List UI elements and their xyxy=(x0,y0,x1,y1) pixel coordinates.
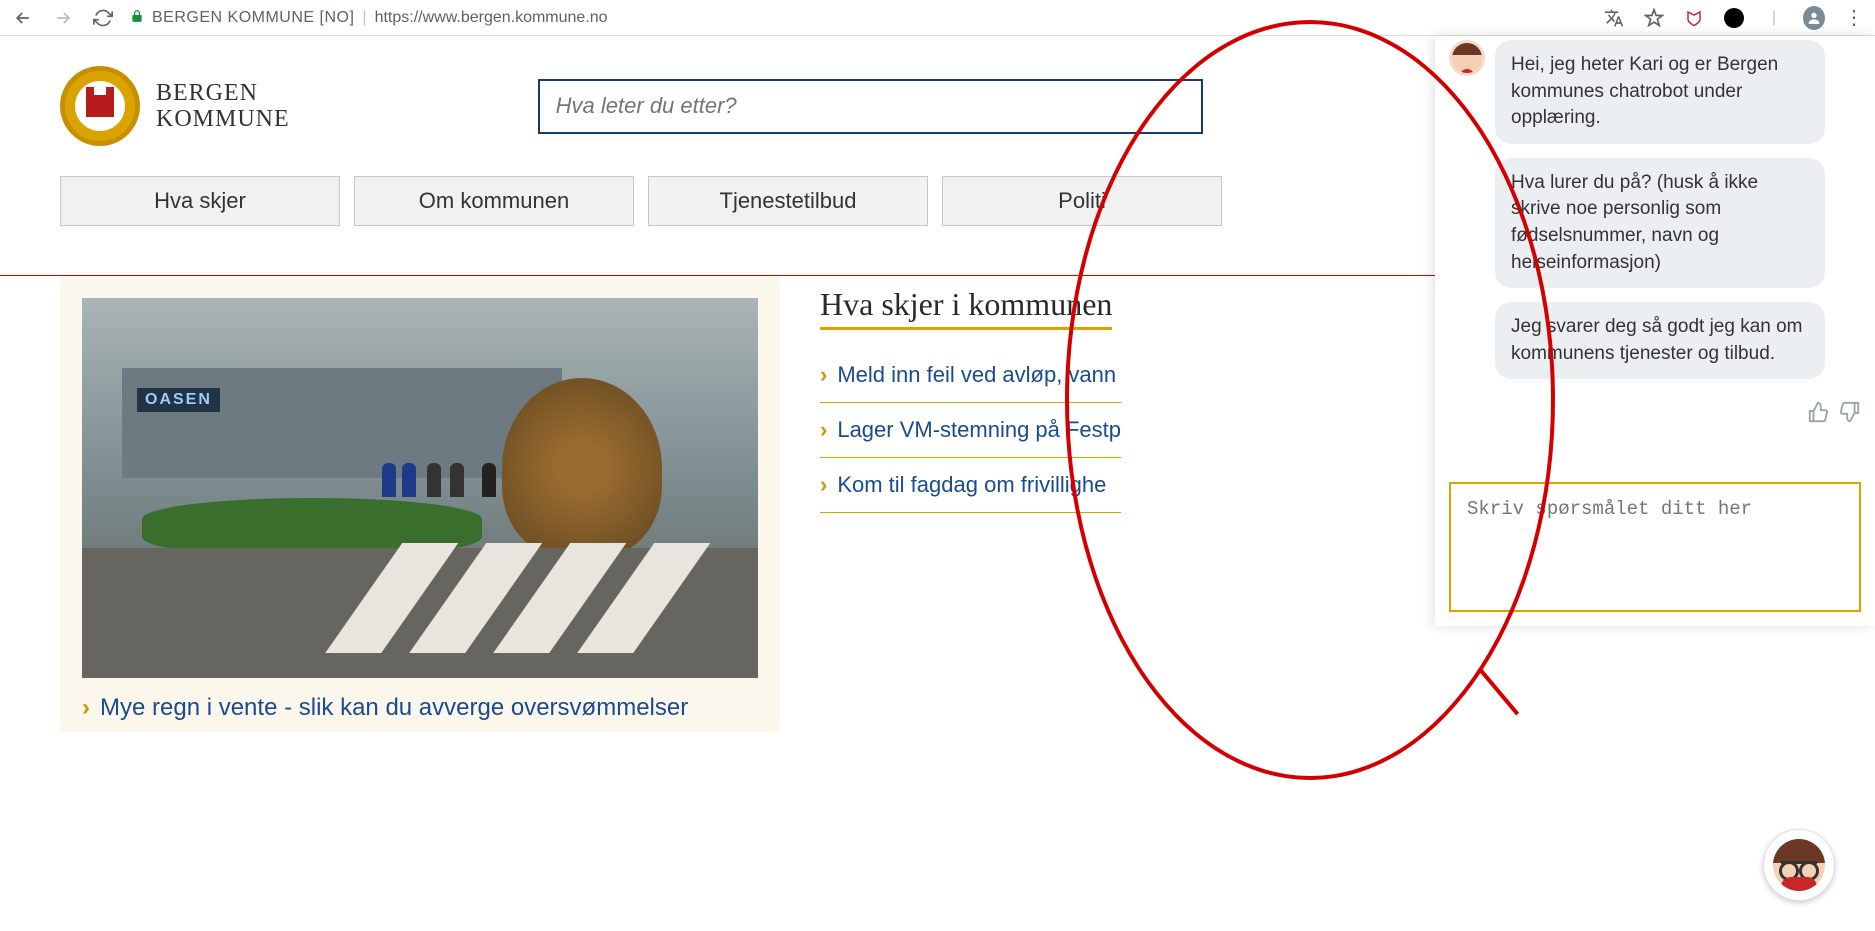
bot-avatar-icon xyxy=(1449,40,1485,76)
hero-card: OASEN › Mye regn i vente - slik kan du a… xyxy=(60,276,780,732)
bot-face-icon xyxy=(1773,839,1825,891)
nav-tab-hva-skjer[interactable]: Hva skjer xyxy=(60,176,340,226)
hero-link[interactable]: › Mye regn i vente - slik kan du avverge… xyxy=(82,694,758,722)
chevron-right-icon: › xyxy=(82,694,90,722)
toolbar-divider: | xyxy=(1763,7,1785,29)
browser-menu-icon[interactable]: ⋮ xyxy=(1843,7,1865,29)
site-identity: BERGEN KOMMUNE [NO] xyxy=(152,9,354,27)
hero-image: OASEN xyxy=(82,298,758,678)
account-icon[interactable] xyxy=(1803,7,1825,29)
chevron-right-icon: › xyxy=(820,362,827,388)
extension-mcafee-icon[interactable] xyxy=(1683,7,1705,29)
lock-icon xyxy=(130,9,144,26)
news-link[interactable]: › Meld inn feil ved avløp, vann xyxy=(820,348,1121,403)
news-link[interactable]: › Kom til fagdag om frivillighe xyxy=(820,458,1121,513)
back-button[interactable] xyxy=(10,5,36,31)
chat-messages: Hei, jeg heter Kari og er Bergen kommune… xyxy=(1449,40,1861,429)
news-link-text: Kom til fagdag om frivillighe xyxy=(837,472,1106,498)
forward-button[interactable] xyxy=(50,5,76,31)
news-link-text: Meld inn feil ved avløp, vann xyxy=(837,362,1116,388)
logo-line1: BERGEN xyxy=(156,80,290,106)
logo-text: BERGEN KOMMUNE xyxy=(156,80,290,133)
chat-bubble: Hei, jeg heter Kari og er Bergen kommune… xyxy=(1495,40,1825,144)
hero-sign: OASEN xyxy=(137,388,220,412)
search-box[interactable] xyxy=(538,79,1203,134)
nav-tab-politi[interactable]: Politi xyxy=(942,176,1222,226)
thumbs-up-icon[interactable] xyxy=(1807,401,1829,429)
star-icon[interactable] xyxy=(1643,7,1665,29)
feedback-row xyxy=(1449,401,1861,429)
url-separator: | xyxy=(362,9,366,27)
thumbs-down-icon[interactable] xyxy=(1839,401,1861,429)
news-heading: Hva skjer i kommunen xyxy=(820,286,1112,330)
news-link[interactable]: › Lager VM-stemning på Festp xyxy=(820,403,1121,458)
hero-link-text: Mye regn i vente - slik kan du avverge o… xyxy=(100,694,688,722)
news-link-list: › Meld inn feil ved avløp, vann › Lager … xyxy=(820,348,1121,513)
browser-toolbar: BERGEN KOMMUNE [NO] | https://www.bergen… xyxy=(0,0,1875,36)
chat-bubble: Jeg svarer deg så godt jeg kan om kommun… xyxy=(1495,302,1825,379)
seal-icon xyxy=(60,66,140,146)
translate-icon[interactable] xyxy=(1603,7,1625,29)
chat-message-row: Hei, jeg heter Kari og er Bergen kommune… xyxy=(1449,40,1861,144)
chat-input-box[interactable]: 0 / 110 xyxy=(1449,482,1861,612)
news-sidebar: Hva skjer i kommunen › Meld inn feil ved… xyxy=(820,276,1121,732)
reload-button[interactable] xyxy=(90,5,116,31)
chat-input[interactable] xyxy=(1467,498,1843,596)
chevron-right-icon: › xyxy=(820,417,827,443)
address-bar[interactable]: BERGEN KOMMUNE [NO] | https://www.bergen… xyxy=(130,9,608,27)
chatbot-fab[interactable] xyxy=(1763,829,1835,901)
url-text: https://www.bergen.kommune.no xyxy=(375,9,608,27)
chat-bubble: Hva lurer du på? (husk å ikke skrive noe… xyxy=(1495,158,1825,288)
logo-line2: KOMMUNE xyxy=(156,106,290,132)
extension-dot-icon[interactable] xyxy=(1723,7,1745,29)
search-input[interactable] xyxy=(556,93,1185,119)
chatbot-panel: Hei, jeg heter Kari og er Bergen kommune… xyxy=(1435,36,1875,626)
nav-tab-om-kommunen[interactable]: Om kommunen xyxy=(354,176,634,226)
nav-tab-tjenestetilbud[interactable]: Tjenestetilbud xyxy=(648,176,928,226)
site-logo[interactable]: BERGEN KOMMUNE xyxy=(60,66,290,146)
chevron-right-icon: › xyxy=(820,472,827,498)
news-link-text: Lager VM-stemning på Festp xyxy=(837,417,1121,443)
